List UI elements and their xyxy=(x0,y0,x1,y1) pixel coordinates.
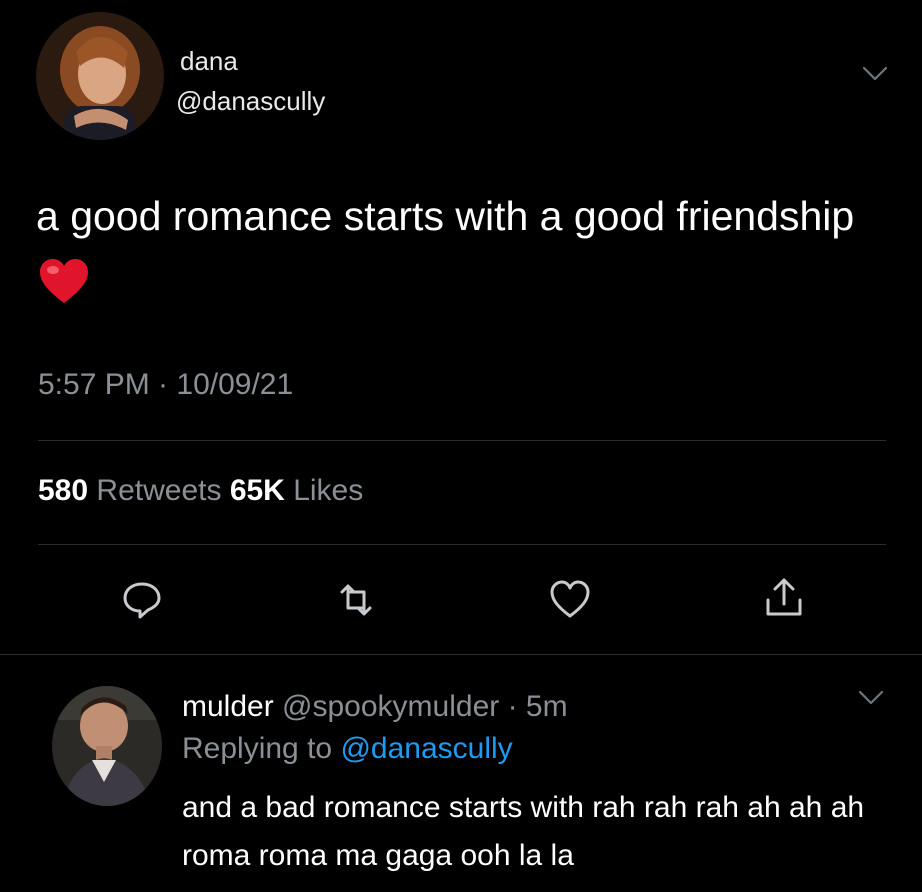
author-display-name[interactable]: dana xyxy=(180,46,238,77)
replying-to-mention[interactable]: @danascully xyxy=(340,732,512,765)
reply-handle[interactable]: @spookymulder xyxy=(282,690,499,723)
retweet-icon[interactable] xyxy=(334,578,378,622)
retweets-label[interactable]: Retweets xyxy=(96,474,221,507)
reply-avatar[interactable] xyxy=(52,686,162,806)
avatar-photo-man xyxy=(52,686,162,806)
replying-prefix: Replying to xyxy=(182,732,333,765)
divider xyxy=(38,440,886,441)
red-heart-emoji-icon xyxy=(40,259,88,303)
author-handle[interactable]: @danascully xyxy=(176,86,325,117)
reply-display-name[interactable]: mulder xyxy=(182,690,274,723)
tweet-text-content: a good romance starts with a good friend… xyxy=(36,193,855,239)
divider xyxy=(38,544,886,545)
retweets-count[interactable]: 580 xyxy=(38,474,88,507)
reply-icon[interactable] xyxy=(120,578,164,622)
divider xyxy=(0,654,922,655)
reply-time[interactable]: · 5m xyxy=(508,690,568,723)
share-icon[interactable] xyxy=(762,576,806,620)
tweet-timestamp[interactable]: 5:57 PM · 10/09/21 xyxy=(38,368,293,402)
likes-label[interactable]: Likes xyxy=(293,474,363,507)
heart-icon[interactable] xyxy=(548,578,592,622)
avatar[interactable] xyxy=(36,12,164,140)
replying-to: Replying to @danascully xyxy=(182,732,513,766)
tweet-text: a good romance starts with a good friend… xyxy=(36,182,866,318)
tweet-stats: 580 Retweets 65K Likes xyxy=(38,474,363,508)
chevron-down-icon[interactable] xyxy=(858,690,884,706)
reply-header: mulder @spookymulder · 5m xyxy=(182,690,568,724)
avatar-photo-woman xyxy=(36,12,164,140)
likes-count[interactable]: 65K xyxy=(230,474,285,507)
chevron-down-icon[interactable] xyxy=(862,66,888,82)
reply-text: and a bad romance starts with rah rah ra… xyxy=(182,791,865,872)
